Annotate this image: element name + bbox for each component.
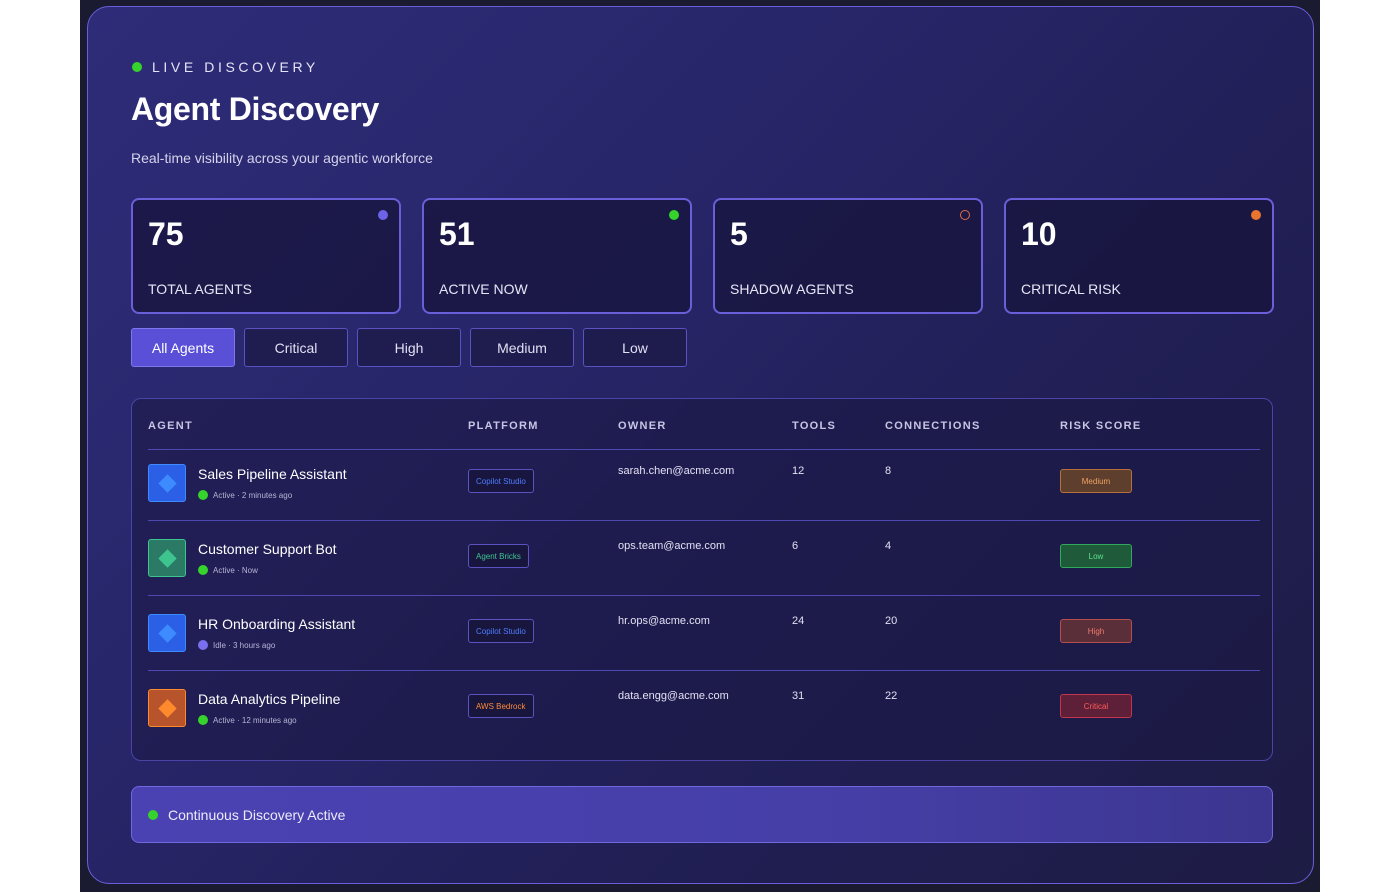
agent-avatar xyxy=(148,614,186,652)
connections-count: 8 xyxy=(885,465,892,477)
status-text: Active · 12 minutes ago xyxy=(213,715,297,725)
agent-avatar xyxy=(148,539,186,577)
filter-low-button[interactable]: Low xyxy=(583,328,687,367)
filter-medium-button[interactable]: Medium xyxy=(470,328,574,367)
stat-label: SHADOW AGENTS xyxy=(730,281,854,297)
stat-value: 10 xyxy=(1021,216,1057,252)
stat-indicator-dot xyxy=(1251,210,1261,220)
stat-card-shadow-agents[interactable]: 5 SHADOW AGENTS xyxy=(713,198,983,314)
agent-avatar xyxy=(148,464,186,502)
tools-count: 6 xyxy=(792,540,799,552)
column-header-tools[interactable]: TOOLS xyxy=(792,420,836,432)
agent-status: Active · 12 minutes ago xyxy=(198,715,297,725)
stat-label: CRITICAL RISK xyxy=(1021,281,1121,297)
column-header-agent[interactable]: AGENT xyxy=(148,420,193,432)
connections-count: 4 xyxy=(885,540,892,552)
column-header-risk-score[interactable]: RISK SCORE xyxy=(1060,420,1141,432)
connections-count: 22 xyxy=(885,690,898,702)
connections-count: 20 xyxy=(885,615,898,627)
owner-email: data.engg@acme.com xyxy=(618,690,729,702)
discovery-status-bar: Continuous Discovery Active xyxy=(131,786,1273,843)
discovery-status-dot xyxy=(148,809,158,820)
row-divider xyxy=(148,670,1260,671)
column-header-owner[interactable]: OWNER xyxy=(618,420,667,432)
page-subtitle: Real-time visibility across your agentic… xyxy=(131,150,433,166)
table-row[interactable]: HR Onboarding Assistant Idle · 3 hours a… xyxy=(132,600,1272,675)
platform-badge: AWS Bedrock xyxy=(468,694,534,718)
filter-critical-button[interactable]: Critical xyxy=(244,328,348,367)
stat-indicator-dot xyxy=(378,210,388,220)
discovery-status-text: Continuous Discovery Active xyxy=(168,806,346,823)
agent-status: Active · 2 minutes ago xyxy=(198,490,292,500)
status-text: Active · Now xyxy=(213,565,258,575)
table-row[interactable]: Sales Pipeline Assistant Active · 2 minu… xyxy=(132,450,1272,525)
status-text: Active · 2 minutes ago xyxy=(213,490,293,500)
tools-count: 31 xyxy=(792,690,805,702)
risk-score-badge: Critical xyxy=(1060,694,1132,718)
status-dot xyxy=(198,565,208,575)
platform-badge: Copilot Studio xyxy=(468,619,534,643)
stat-indicator-dot xyxy=(669,210,679,220)
stat-card-active-now[interactable]: 51 ACTIVE NOW xyxy=(422,198,692,314)
stat-card-total-agents[interactable]: 75 TOTAL AGENTS xyxy=(131,198,401,314)
status-dot xyxy=(198,640,208,650)
agent-name[interactable]: Data Analytics Pipeline xyxy=(198,691,340,707)
risk-score-badge: Medium xyxy=(1060,469,1132,493)
agent-avatar xyxy=(148,689,186,727)
table-row[interactable]: Customer Support Bot Active · Now Agent … xyxy=(132,525,1272,600)
owner-email: ops.team@acme.com xyxy=(618,540,726,552)
page-title: Agent Discovery xyxy=(131,91,380,127)
stat-value: 75 xyxy=(148,216,184,252)
owner-email: hr.ops@acme.com xyxy=(618,615,710,627)
live-status-dot xyxy=(132,62,142,72)
tools-count: 24 xyxy=(792,615,805,627)
platform-badge: Agent Bricks xyxy=(468,544,529,568)
stat-value: 51 xyxy=(439,216,475,252)
filter-all-agents-button[interactable]: All Agents xyxy=(131,328,235,367)
diamond-icon xyxy=(157,473,177,493)
agent-name[interactable]: Sales Pipeline Assistant xyxy=(198,466,347,482)
status-dot xyxy=(198,490,208,500)
agent-name[interactable]: HR Onboarding Assistant xyxy=(198,616,355,632)
row-divider xyxy=(148,520,1260,521)
agents-table: AGENT PLATFORM OWNER TOOLS CONNECTIONS R… xyxy=(131,398,1273,761)
table-row[interactable]: Data Analytics Pipeline Active · 12 minu… xyxy=(132,675,1272,750)
stat-label: ACTIVE NOW xyxy=(439,281,528,297)
tools-count: 12 xyxy=(792,465,805,477)
risk-score-badge: Low xyxy=(1060,544,1132,568)
stat-indicator-dot xyxy=(960,210,970,220)
platform-badge: Copilot Studio xyxy=(468,469,534,493)
agent-discovery-panel: LIVE DISCOVERY Agent Discovery Real-time… xyxy=(87,6,1314,884)
status-dot xyxy=(198,715,208,725)
stat-card-critical-risk[interactable]: 10 CRITICAL RISK xyxy=(1004,198,1274,314)
agent-status: Idle · 3 hours ago xyxy=(198,640,275,650)
column-header-platform[interactable]: PLATFORM xyxy=(468,420,539,432)
column-header-connections[interactable]: CONNECTIONS xyxy=(885,420,981,432)
row-divider xyxy=(148,595,1260,596)
live-label: LIVE DISCOVERY xyxy=(152,59,319,75)
risk-filter-bar: All Agents Critical High Medium Low xyxy=(131,328,687,367)
agent-name[interactable]: Customer Support Bot xyxy=(198,541,337,557)
live-indicator: LIVE DISCOVERY xyxy=(132,59,319,75)
diamond-icon xyxy=(157,698,177,718)
agent-status: Active · Now xyxy=(198,565,258,575)
risk-score-badge: High xyxy=(1060,619,1132,643)
stat-value: 5 xyxy=(730,216,748,252)
filter-high-button[interactable]: High xyxy=(357,328,461,367)
diamond-icon xyxy=(157,623,177,643)
status-text: Idle · 3 hours ago xyxy=(213,640,276,650)
owner-email: sarah.chen@acme.com xyxy=(618,465,735,477)
diamond-icon xyxy=(157,548,177,568)
stat-label: TOTAL AGENTS xyxy=(148,281,252,297)
